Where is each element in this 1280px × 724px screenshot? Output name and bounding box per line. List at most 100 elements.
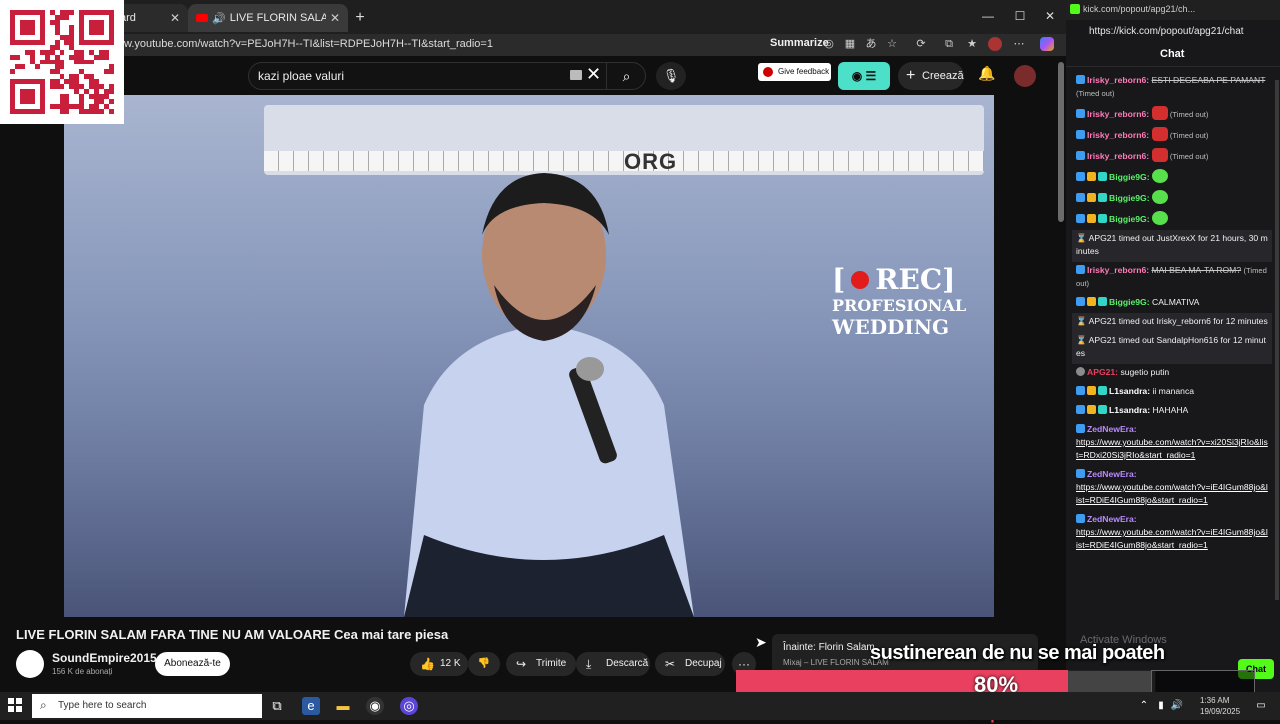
chat-username[interactable]: ZedNewEra: xyxy=(1087,424,1137,434)
chat-username[interactable]: ZedNewEra: xyxy=(1087,469,1137,479)
channel-avatar[interactable] xyxy=(16,650,44,678)
chat-message-list[interactable]: Irisky_reborn6: ESTI DEGEABA PE PAMANT (… xyxy=(1072,72,1272,632)
create-button[interactable]: + Creează xyxy=(898,62,964,90)
profile-icon[interactable] xyxy=(988,37,1002,51)
video-player[interactable]: ORG [REC] PROFESIONAL WEDDING xyxy=(64,95,994,617)
clear-search-icon[interactable]: ✕ xyxy=(586,64,601,85)
maximize-button[interactable]: ☐ xyxy=(1006,6,1034,26)
qr-module xyxy=(64,14,70,20)
notifications-bell-icon[interactable]: 🔔 xyxy=(978,65,995,82)
taskbar-search-placeholder[interactable]: Type here to search xyxy=(58,700,146,711)
clock-time[interactable]: 1:36 AM xyxy=(1200,696,1229,705)
summarize-button[interactable]: Summarize xyxy=(770,37,829,49)
tab-youtube-video[interactable]: 🔊 LIVE FLORIN SALAM FARA T ✕ xyxy=(188,4,348,32)
edge-browser-icon[interactable]: e xyxy=(302,697,320,715)
chat-text: CALMATIVA xyxy=(1151,297,1200,307)
record-dot-icon xyxy=(851,271,870,289)
qr-module xyxy=(19,19,35,35)
chat-username[interactable]: L1sandra: xyxy=(1109,386,1150,396)
extension-button[interactable]: ◉ ☰ xyxy=(838,62,890,90)
close-window-button[interactable]: ✕ xyxy=(1036,6,1064,26)
crown-badge-icon xyxy=(1087,172,1096,181)
verified-badge-icon xyxy=(1076,151,1085,160)
chat-username[interactable]: Irisky_reborn6: xyxy=(1087,75,1149,85)
favorite-star-icon[interactable]: ☆ xyxy=(885,37,899,51)
search-input[interactable]: kazi ploae valuri xyxy=(258,69,344,83)
copilot-icon[interactable]: ◎ xyxy=(822,37,836,51)
chat-username[interactable]: Biggie9G: xyxy=(1109,172,1150,182)
url-text[interactable]: w.youtube.com/watch?v=PEJoH7H--TI&list=R… xyxy=(124,38,493,50)
rec-line3: WEDDING xyxy=(832,315,950,339)
windows-start-icon[interactable] xyxy=(8,698,22,712)
reader-icon[interactable]: ▦ xyxy=(843,37,857,51)
chat-username[interactable]: Irisky_reborn6: xyxy=(1087,265,1149,275)
chat-username[interactable]: Biggie9G: xyxy=(1109,193,1150,203)
like-button[interactable]: 👍 12 K xyxy=(410,652,468,676)
notifications-icon[interactable]: ▭ xyxy=(1252,697,1270,715)
verified-badge-icon xyxy=(1076,130,1085,139)
speaker-icon[interactable]: 🔊 xyxy=(212,12,226,25)
account-avatar[interactable] xyxy=(1014,65,1036,87)
favorites-icon[interactable]: ★ xyxy=(965,37,979,51)
give-feedback-button[interactable]: Give feedback xyxy=(758,63,831,81)
chat-username[interactable]: Irisky_reborn6: xyxy=(1087,151,1149,161)
chat-link[interactable]: https://www.youtube.com/watch?v=iE4IGum8… xyxy=(1076,527,1268,550)
chat-message: Irisky_reborn6: ESTI DEGEABA PE PAMANT (… xyxy=(1072,72,1272,104)
verified-badge-icon xyxy=(1076,193,1085,202)
task-view-icon[interactable]: ⧉ xyxy=(268,697,286,715)
search-icon[interactable]: ⌕ xyxy=(606,62,646,90)
minimize-button[interactable]: — xyxy=(974,6,1002,26)
chat-username[interactable]: Irisky_reborn6: xyxy=(1087,109,1149,119)
frog-emote-icon xyxy=(1151,190,1168,204)
app-icon[interactable]: ◉ xyxy=(366,697,384,715)
chat-username[interactable]: L1sandra: xyxy=(1109,405,1150,415)
clip-button[interactable]: ✂ Decupaj xyxy=(655,652,725,676)
dislike-button[interactable]: 👎 xyxy=(468,652,500,676)
chat-timeout-note: (Timed out) xyxy=(1076,89,1115,98)
qr-module xyxy=(10,79,15,114)
share-button[interactable]: ↪ Trimite xyxy=(506,652,576,676)
chat-message: Biggie9G: xyxy=(1072,167,1272,188)
angry-emote-icon xyxy=(1151,127,1168,141)
close-icon[interactable]: ✕ xyxy=(330,11,340,25)
microphone-icon[interactable]: 🎙 xyxy=(656,62,686,90)
chat-timeout-note: (Timed out) xyxy=(1169,131,1209,140)
chat-window-title: kick.com/popout/apg21/ch... xyxy=(1083,4,1196,14)
chat-username[interactable]: Biggie9G: xyxy=(1109,214,1150,224)
close-icon[interactable]: ✕ xyxy=(170,11,180,25)
chat-username[interactable]: APG21: xyxy=(1087,367,1118,377)
keyboard-icon[interactable] xyxy=(570,70,582,80)
scissors-icon: ✂ xyxy=(665,657,676,671)
chat-username[interactable]: Biggie9G: xyxy=(1109,297,1150,307)
chat-system-text: APG21 timed out Irisky_reborn6 for 12 mi… xyxy=(1088,316,1268,326)
tray-chevron-icon[interactable]: ⌃ xyxy=(1135,697,1153,715)
volume-icon[interactable]: 🔊 xyxy=(1168,697,1186,715)
qr-module xyxy=(109,99,114,105)
chat-username[interactable]: Irisky_reborn6: xyxy=(1087,130,1149,140)
rec-line2: PROFESIONAL xyxy=(832,296,967,315)
extensions-icon[interactable]: ⟳ xyxy=(914,37,928,51)
menu-icon[interactable]: ⋯ xyxy=(1012,37,1026,51)
page-scrollbar[interactable] xyxy=(1058,62,1064,222)
file-explorer-icon[interactable]: ▬ xyxy=(334,697,352,715)
translate-icon[interactable]: あ xyxy=(864,37,878,51)
chat-username[interactable]: ZedNewEra: xyxy=(1087,514,1137,524)
subscribe-button[interactable]: Abonează-te xyxy=(155,652,230,676)
channel-name[interactable]: SoundEmpire2015 xyxy=(52,651,157,665)
chat-link[interactable]: https://www.youtube.com/watch?v=xi20Si3j… xyxy=(1076,437,1268,460)
download-button[interactable]: ⤓ Descarcă xyxy=(576,652,650,676)
chat-message: Biggie9G: CALMATIVA xyxy=(1072,294,1272,313)
puzzle-icon[interactable]: ⧉ xyxy=(942,37,956,51)
chat-url[interactable]: https://kick.com/popout/apg21/chat xyxy=(1089,26,1244,37)
subscriber-badge-icon xyxy=(1098,172,1107,181)
video-singer-figure xyxy=(404,173,694,617)
new-tab-button[interactable]: + xyxy=(350,8,370,28)
feedback-label: Give feedback xyxy=(778,67,830,76)
chat-link[interactable]: https://www.youtube.com/watch?v=iE4IGum8… xyxy=(1076,482,1268,505)
clock-date[interactable]: 19/09/2025 xyxy=(1200,707,1240,716)
chat-message: ZedNewEra: https://www.youtube.com/watch… xyxy=(1072,466,1272,511)
copilot-logo-icon[interactable] xyxy=(1040,37,1054,51)
chrome-app-icon[interactable]: ◎ xyxy=(400,697,418,715)
qr-module xyxy=(59,84,65,90)
chat-scrollbar[interactable] xyxy=(1275,80,1279,600)
